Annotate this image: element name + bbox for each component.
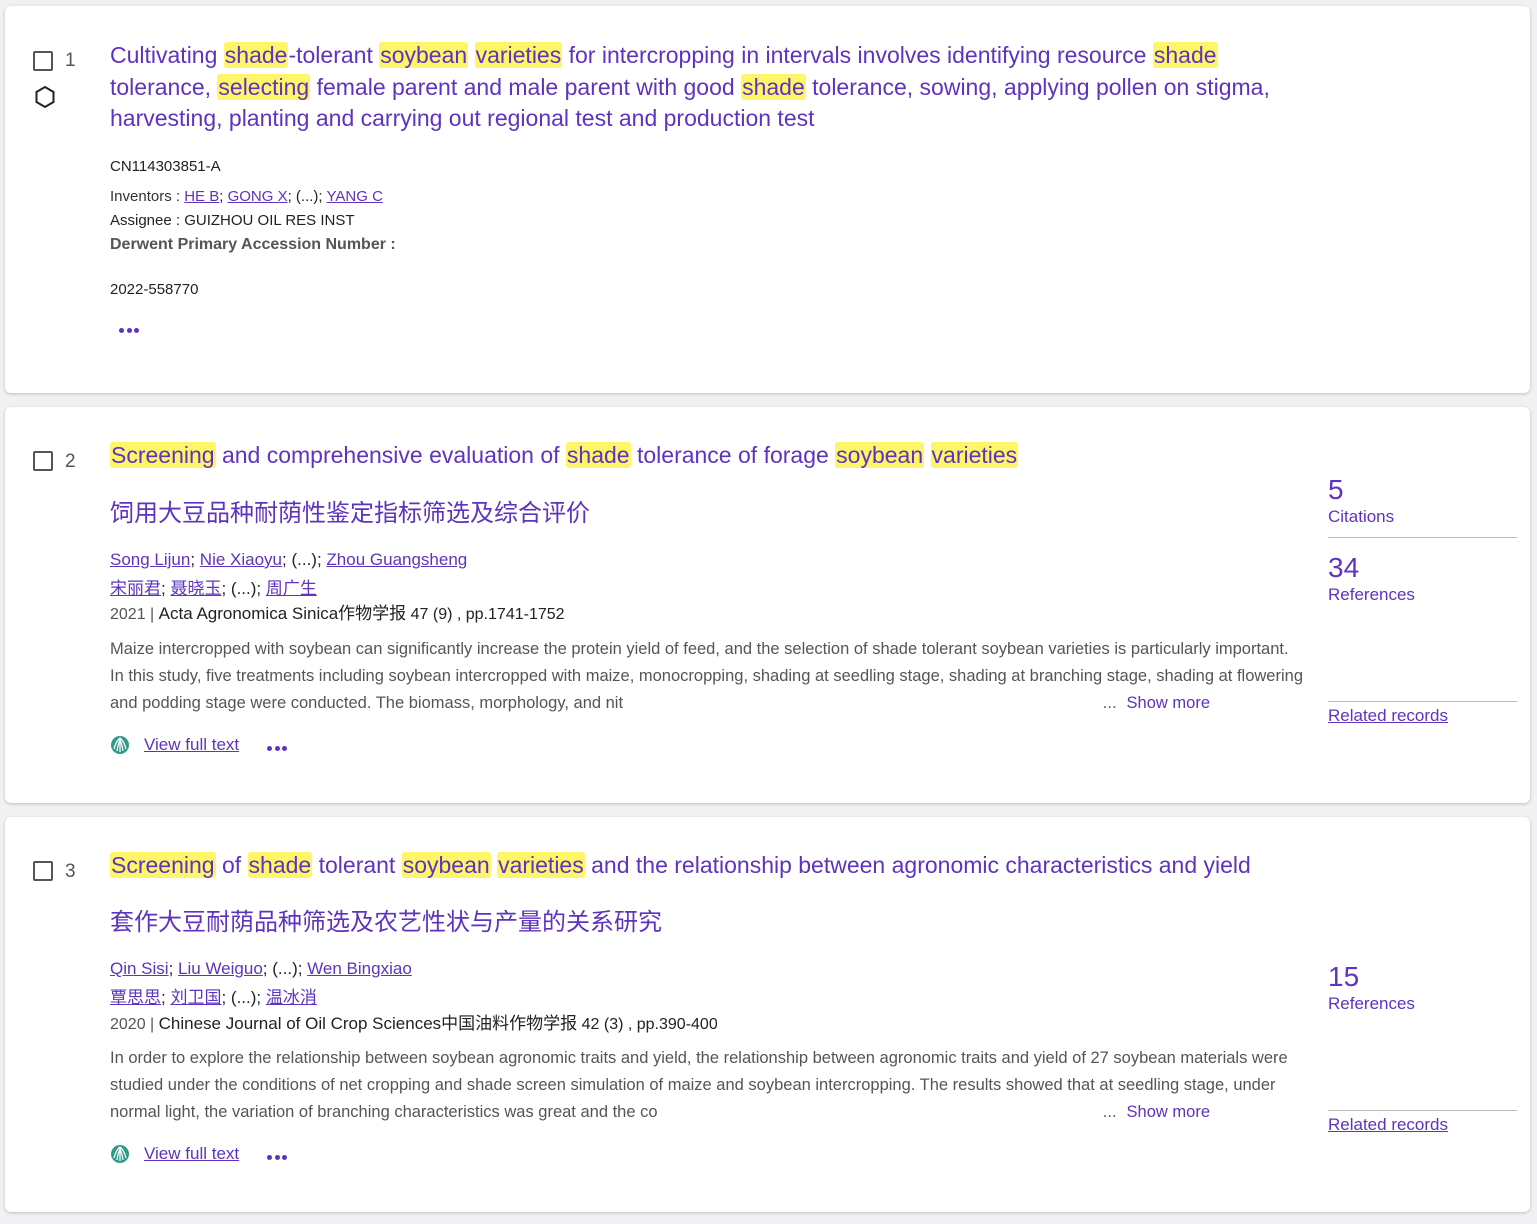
journal-name: Acta Agronomica Sinica作物学报: [158, 604, 407, 623]
search-term-highlight: soybean: [401, 852, 491, 878]
author-link[interactable]: 聂晓玉: [170, 579, 221, 598]
record-title-chinese[interactable]: 套作大豆耐荫品种筛选及农艺性状与产量的关系研究: [110, 902, 662, 937]
record-index: 2: [65, 451, 76, 472]
author-link[interactable]: 覃思思: [110, 988, 161, 1007]
search-term-highlight: soybean: [379, 42, 469, 68]
abstract-text: Maize intercropped with soybean can sign…: [110, 640, 1303, 712]
abstract-ellipsis: ...: [1102, 694, 1117, 712]
inventors-label: Inventors :: [110, 188, 185, 205]
author-link[interactable]: 周广生: [266, 579, 317, 598]
inventors-line: Inventors : HE B; GONG X; (...); YANG C: [110, 188, 383, 205]
search-term-highlight: shade: [1152, 42, 1218, 68]
references-label: References: [1328, 585, 1415, 604]
citations-metric[interactable]: 5 Citations: [1328, 474, 1517, 527]
authors-line: Qin Sisi; Liu Weiguo; (...); Wen Bingxia…: [110, 959, 412, 978]
journal-name: Chinese Journal of Oil Crop Sciences中国油料…: [158, 1014, 578, 1033]
authors-line: Song Lijun; Nie Xiaoyu; (...); Zhou Guan…: [110, 550, 468, 569]
record-title[interactable]: Cultivating shade-tolerant soybean varie…: [110, 40, 1285, 135]
source-line: 2021 | Acta Agronomica Sinica作物学报 47 (9)…: [110, 604, 565, 623]
references-count[interactable]: 15: [1328, 961, 1517, 993]
search-term-highlight: varieties: [474, 42, 563, 68]
divider: [1328, 537, 1517, 538]
search-term-highlight: varieties: [497, 852, 585, 878]
volume-pages: 42 (3) , pp.390-400: [581, 1016, 718, 1033]
authors-line-chinese: 覃思思; 刘卫国; (...); 温冰消: [110, 988, 317, 1007]
authors-ellipsis: (...): [230, 988, 257, 1007]
view-full-text-row: View full text: [110, 1144, 239, 1164]
search-term-highlight: selecting: [217, 73, 311, 100]
show-more-link[interactable]: Show more: [1127, 1103, 1210, 1121]
record-card-2: 2 Screening and comprehensive evaluation…: [5, 407, 1530, 803]
references-metric[interactable]: 34 References: [1328, 552, 1517, 605]
author-link[interactable]: Liu Weiguo: [178, 959, 263, 978]
globe-icon: [111, 1145, 129, 1163]
more-options-button[interactable]: [267, 740, 291, 752]
view-full-text-link[interactable]: View full text: [144, 1144, 239, 1164]
accession-label: Derwent Primary Accession Number :: [110, 236, 396, 253]
authors-ellipsis: (...): [230, 579, 257, 598]
record-index: 1: [65, 50, 76, 71]
abstract-ellipsis: ...: [1102, 1103, 1117, 1121]
related-records-link[interactable]: Related records: [1328, 1115, 1448, 1135]
author-link[interactable]: Qin Sisi: [110, 959, 169, 978]
patent-number: CN114303851-A: [110, 158, 221, 175]
search-term-highlight: soybean: [835, 442, 925, 468]
select-checkbox[interactable]: [33, 51, 53, 71]
inventor-link[interactable]: GONG X: [228, 188, 288, 205]
search-term-highlight: shade: [741, 73, 806, 100]
author-link[interactable]: Wen Bingxiao: [307, 959, 412, 978]
references-count[interactable]: 34: [1328, 552, 1517, 584]
author-link[interactable]: 宋丽君: [110, 579, 161, 598]
related-records-link[interactable]: Related records: [1328, 706, 1448, 726]
more-options-button[interactable]: [119, 322, 143, 334]
search-term-highlight: Screening: [110, 852, 216, 878]
author-link[interactable]: 刘卫国: [170, 988, 221, 1007]
source-line: 2020 | Chinese Journal of Oil Crop Scien…: [110, 1014, 718, 1033]
authors-ellipsis: (...): [291, 550, 317, 569]
hexagon-structure-icon: [35, 85, 55, 109]
inventor-link[interactable]: HE B: [184, 188, 219, 205]
more-options-button[interactable]: [267, 1149, 291, 1161]
record-title[interactable]: Screening and comprehensive evaluation o…: [110, 440, 1285, 472]
authors-line-chinese: 宋丽君; 聂晓玉; (...); 周广生: [110, 579, 317, 598]
record-index: 3: [65, 861, 76, 882]
record-card-3: 3 Screening of shade tolerant soybean va…: [5, 817, 1530, 1212]
author-link[interactable]: 温冰消: [266, 988, 317, 1007]
references-metric[interactable]: 15 References: [1328, 961, 1517, 1014]
divider: [1328, 1110, 1517, 1111]
inventors-ellipsis: (...): [295, 188, 319, 205]
publication-year: 2021: [110, 606, 146, 623]
show-more-link[interactable]: Show more: [1127, 694, 1210, 712]
record-title-chinese[interactable]: 饲用大豆品种耐荫性鉴定指标筛选及综合评价: [110, 493, 590, 528]
assignee-value: GUIZHOU OIL RES INST: [184, 212, 355, 229]
search-term-highlight: shade: [247, 852, 313, 878]
abstract-text: In order to explore the relationship bet…: [110, 1049, 1288, 1121]
assignee-line: Assignee : GUIZHOU OIL RES INST: [110, 212, 355, 229]
volume-pages: 47 (9) , pp.1741-1752: [410, 606, 565, 623]
author-link[interactable]: Nie Xiaoyu: [200, 550, 282, 569]
citations-count[interactable]: 5: [1328, 474, 1517, 506]
search-term-highlight: Screening: [110, 442, 216, 468]
globe-icon: [111, 736, 129, 754]
author-link[interactable]: Zhou Guangsheng: [326, 550, 467, 569]
accession-number: 2022-558770: [110, 281, 199, 298]
record-title[interactable]: Screening of shade tolerant soybean vari…: [110, 850, 1310, 882]
record-card-1: 1 Cultivating shade-tolerant soybean var…: [5, 6, 1530, 393]
view-full-text-link[interactable]: View full text: [144, 735, 239, 755]
assignee-label: Assignee :: [110, 212, 185, 229]
references-label: References: [1328, 994, 1415, 1013]
search-term-highlight: shade: [565, 442, 631, 468]
author-link[interactable]: Song Lijun: [110, 550, 190, 569]
inventor-link[interactable]: YANG C: [327, 188, 383, 205]
search-term-highlight: varieties: [930, 442, 1019, 468]
publication-year: 2020: [110, 1016, 146, 1033]
select-checkbox[interactable]: [33, 451, 53, 471]
select-checkbox[interactable]: [33, 861, 53, 881]
citations-label: Citations: [1328, 507, 1395, 526]
authors-ellipsis: (...): [272, 959, 298, 978]
divider: [1328, 701, 1517, 702]
search-term-highlight: shade: [223, 42, 289, 68]
view-full-text-row: View full text: [110, 735, 239, 755]
